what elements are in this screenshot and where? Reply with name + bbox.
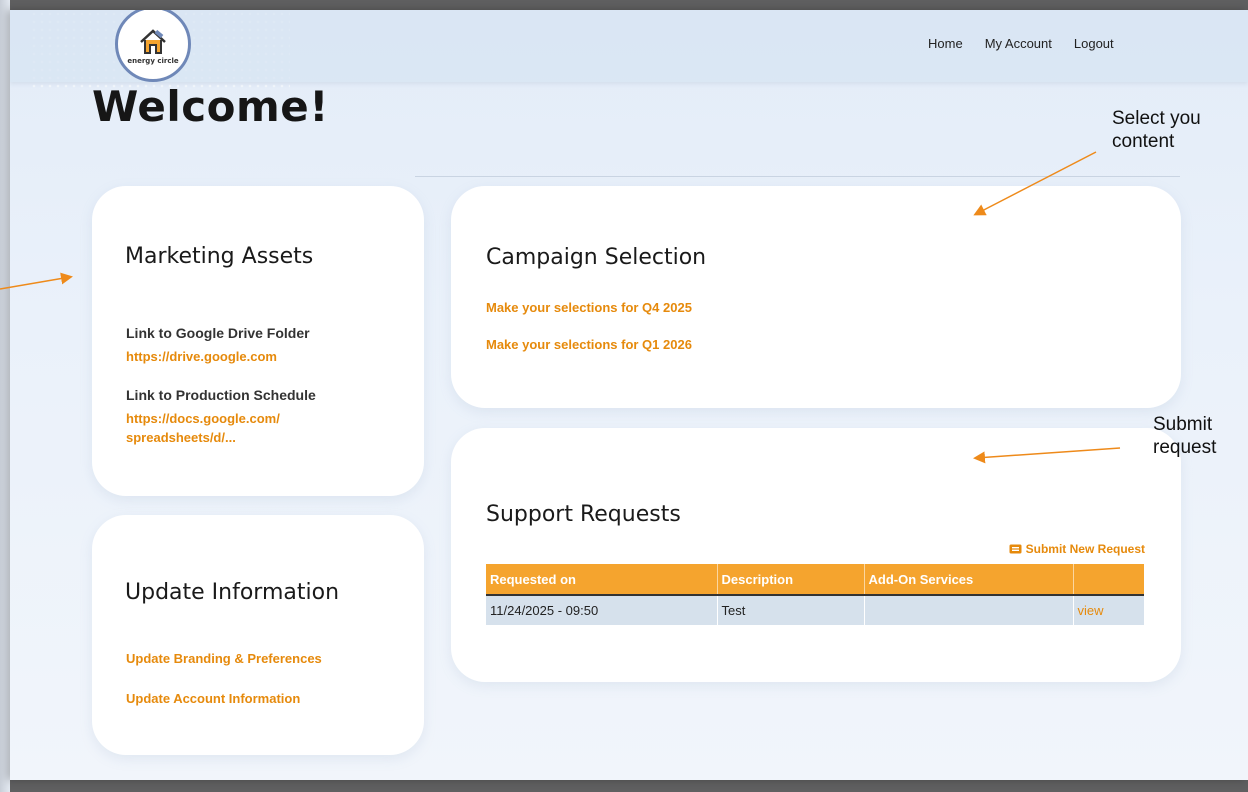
- annotation-arrows: [0, 151, 1121, 464]
- arrow-to-campaign-selection: [973, 151, 1097, 216]
- arrow-to-marketing-assets: [0, 272, 73, 290]
- arrow-to-submit-request: [973, 447, 1121, 464]
